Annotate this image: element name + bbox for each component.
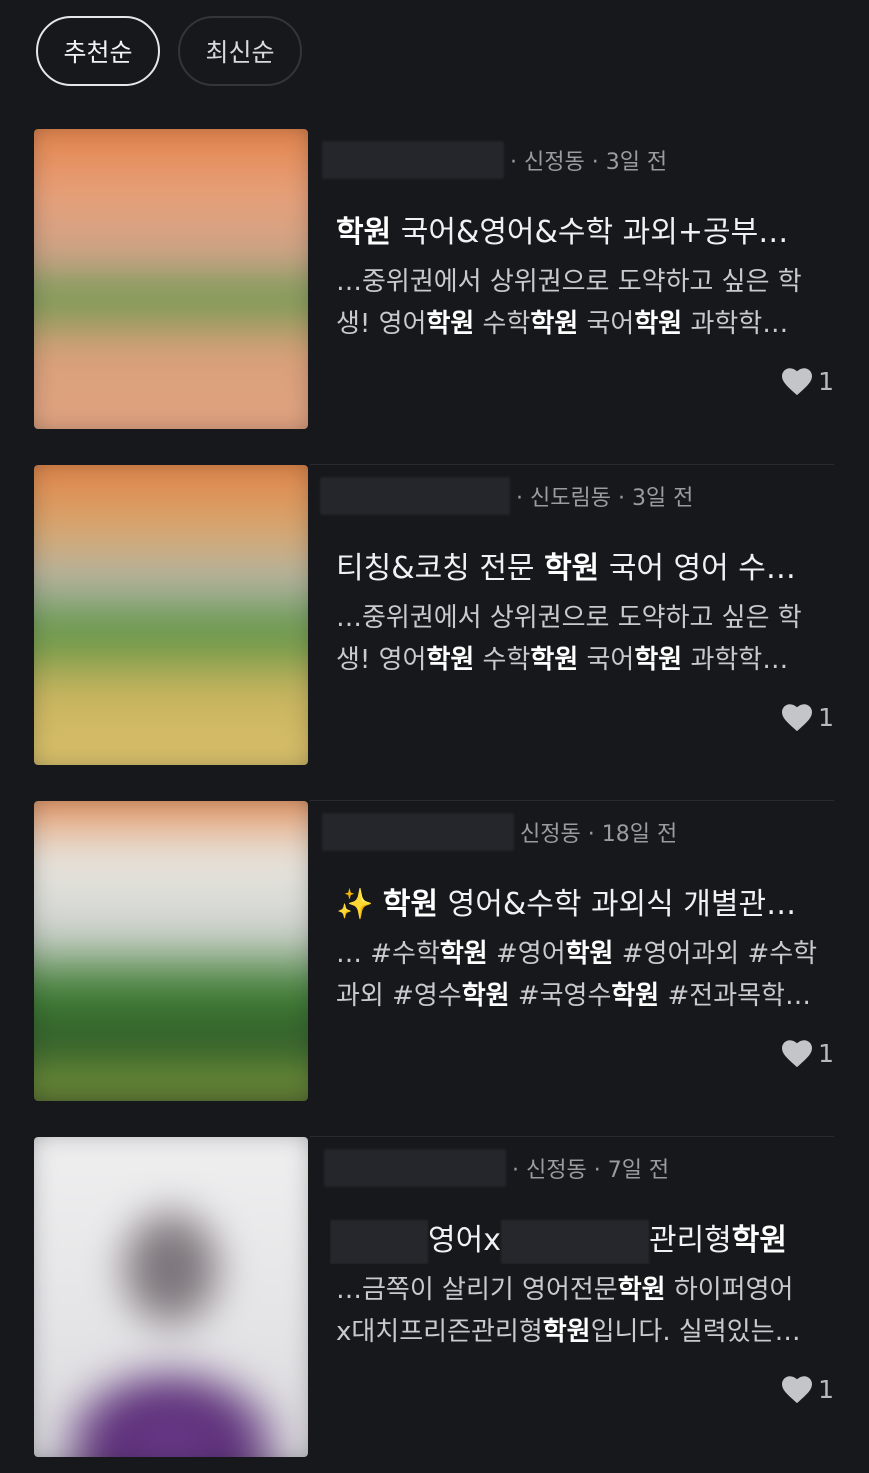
title-keyword: 학원 bbox=[544, 551, 600, 586]
snippet-text: 수학 bbox=[474, 645, 531, 675]
post-meta: 신정동 · 18일 전 bbox=[322, 813, 677, 851]
snippet-text: #영어과외 #수학 bbox=[613, 939, 818, 969]
snippet-keyword: 학원 bbox=[439, 939, 488, 969]
title-text: 영어x bbox=[428, 1223, 501, 1258]
title-keyword: 학원 bbox=[336, 215, 392, 250]
heart-icon bbox=[782, 1375, 813, 1403]
like-number: 1 bbox=[818, 1039, 834, 1068]
snippet-keyword: 학원 bbox=[634, 309, 683, 339]
post-list: · 신정동 · 3일 전 학원 국어&영어&수학 과외+공부… …중위권에서 상… bbox=[0, 129, 869, 1473]
snippet-keyword: 학원 bbox=[461, 981, 510, 1011]
snippet-text: 생! 영어 bbox=[336, 309, 427, 339]
snippet-text: #영어 bbox=[487, 939, 566, 969]
list-item[interactable]: · 신정동 · 3일 전 학원 국어&영어&수학 과외+공부… …중위권에서 상… bbox=[0, 129, 869, 465]
title-keyword: 학원 bbox=[731, 1223, 787, 1258]
list-item[interactable]: 신정동 · 18일 전 ✨ 학원 영어&수학 과외식 개별관… … #수학학원 … bbox=[0, 801, 869, 1137]
post-thumbnail[interactable] bbox=[34, 129, 308, 429]
like-count: 1 bbox=[782, 1039, 834, 1068]
post-snippet: …중위권에서 상위권으로 도약하고 싶은 학 생! 영어학원 수학학원 국어학원… bbox=[336, 597, 834, 681]
post-location: · 신도림동 bbox=[516, 486, 611, 511]
title-text: 관리형 bbox=[648, 1223, 732, 1258]
sort-latest-button[interactable]: 최신순 bbox=[178, 16, 302, 86]
post-snippet: … #수학학원 #영어학원 #영어과외 #수학 과외 #영수학원 #국영수학원 … bbox=[336, 933, 834, 1017]
post-time: · 3일 전 bbox=[617, 486, 694, 511]
author-redacted bbox=[324, 1149, 506, 1187]
snippet-keyword: 학원 bbox=[426, 645, 475, 675]
post-location: 신정동 bbox=[520, 822, 581, 847]
post-time: · 3일 전 bbox=[591, 150, 668, 175]
post-time: · 18일 전 bbox=[587, 822, 678, 847]
title-text: 국어 영어 수… bbox=[599, 551, 796, 586]
title-text: 티칭&코칭 전문 bbox=[336, 551, 545, 586]
title-text: 국어&영어&수학 과외+공부… bbox=[391, 215, 789, 250]
snippet-keyword: 학원 bbox=[611, 981, 660, 1011]
snippet-text: 과외 #영수 bbox=[336, 981, 462, 1011]
snippet-keyword: 학원 bbox=[530, 645, 579, 675]
heart-icon bbox=[782, 367, 813, 395]
snippet-keyword: 학원 bbox=[530, 309, 579, 339]
snippet-text: 생! 영어 bbox=[336, 645, 427, 675]
heart-icon bbox=[782, 703, 813, 731]
post-location: · 신정동 bbox=[510, 150, 585, 175]
snippet-keyword: 학원 bbox=[617, 1275, 666, 1305]
post-meta: · 신정동 · 3일 전 bbox=[322, 141, 667, 179]
sort-recommended-button[interactable]: 추천순 bbox=[36, 16, 160, 86]
like-count: 1 bbox=[782, 703, 834, 732]
snippet-text: 하이퍼영어 bbox=[665, 1275, 794, 1305]
sort-bar: 추천순 최신순 bbox=[36, 16, 302, 86]
author-redacted bbox=[322, 141, 504, 179]
snippet-keyword: 학원 bbox=[542, 1317, 591, 1347]
post-meta: · 신도림동 · 3일 전 bbox=[320, 477, 694, 515]
snippet-text: … #수학 bbox=[336, 939, 440, 969]
like-number: 1 bbox=[818, 703, 834, 732]
snippet-text: …금쪽이 살리기 영어전문 bbox=[336, 1275, 618, 1305]
post-meta: · 신정동 · 7일 전 bbox=[322, 1149, 669, 1187]
snippet-text: #전과목학… bbox=[659, 981, 811, 1011]
snippet-text: 입니다. 실력있는… bbox=[590, 1317, 801, 1347]
post-title[interactable]: ✨ 학원 영어&수학 과외식 개별관… bbox=[336, 883, 826, 927]
post-snippet: …중위권에서 상위권으로 도약하고 싶은 학 생! 영어학원 수학학원 국어학원… bbox=[336, 261, 834, 345]
like-number: 1 bbox=[818, 367, 834, 396]
snippet-text: 과학학… bbox=[682, 309, 789, 339]
like-count: 1 bbox=[782, 1375, 834, 1404]
title-redacted bbox=[500, 1219, 649, 1264]
post-thumbnail[interactable] bbox=[34, 1137, 308, 1457]
snippet-text: …중위권에서 상위권으로 도약하고 싶은 학 bbox=[336, 603, 802, 633]
snippet-keyword: 학원 bbox=[634, 645, 683, 675]
post-thumbnail[interactable] bbox=[34, 801, 308, 1101]
snippet-text: 과학학… bbox=[682, 645, 789, 675]
like-count: 1 bbox=[782, 367, 834, 396]
title-keyword: 학원 bbox=[382, 887, 439, 922]
author-redacted bbox=[320, 477, 510, 515]
snippet-keyword: 학원 bbox=[565, 939, 614, 969]
post-title[interactable]: 티칭&코칭 전문 학원 국어 영어 수… bbox=[336, 547, 826, 591]
like-number: 1 bbox=[818, 1375, 834, 1404]
list-item[interactable]: · 신도림동 · 3일 전 티칭&코칭 전문 학원 국어 영어 수… …중위권에… bbox=[0, 465, 869, 801]
post-thumbnail[interactable] bbox=[34, 465, 308, 765]
post-time: · 7일 전 bbox=[593, 1158, 670, 1183]
snippet-text: x대치프리즌관리형 bbox=[336, 1317, 543, 1347]
snippet-text: 국어 bbox=[578, 309, 635, 339]
post-title[interactable]: 영어x 관리형학원 bbox=[330, 1219, 820, 1264]
post-snippet: …금쪽이 살리기 영어전문학원 하이퍼영어 x대치프리즌관리형학원입니다. 실력… bbox=[336, 1269, 834, 1353]
heart-icon bbox=[782, 1039, 813, 1067]
snippet-keyword: 학원 bbox=[426, 309, 475, 339]
list-item[interactable]: · 신정동 · 7일 전 영어x 관리형학원 …금쪽이 살리기 영어전문학원 하이… bbox=[0, 1137, 869, 1473]
author-redacted bbox=[322, 813, 514, 851]
title-redacted bbox=[330, 1219, 428, 1264]
snippet-text: 수학 bbox=[474, 309, 531, 339]
post-title[interactable]: 학원 국어&영어&수학 과외+공부… bbox=[336, 211, 826, 255]
snippet-text: #국영수 bbox=[509, 981, 612, 1011]
snippet-text: …중위권에서 상위권으로 도약하고 싶은 학 bbox=[336, 267, 802, 297]
snippet-text: 국어 bbox=[578, 645, 635, 675]
title-text: 영어&수학 과외식 개별관… bbox=[438, 887, 797, 922]
sparkles-icon: ✨ bbox=[336, 887, 383, 922]
post-location: · 신정동 bbox=[512, 1158, 587, 1183]
